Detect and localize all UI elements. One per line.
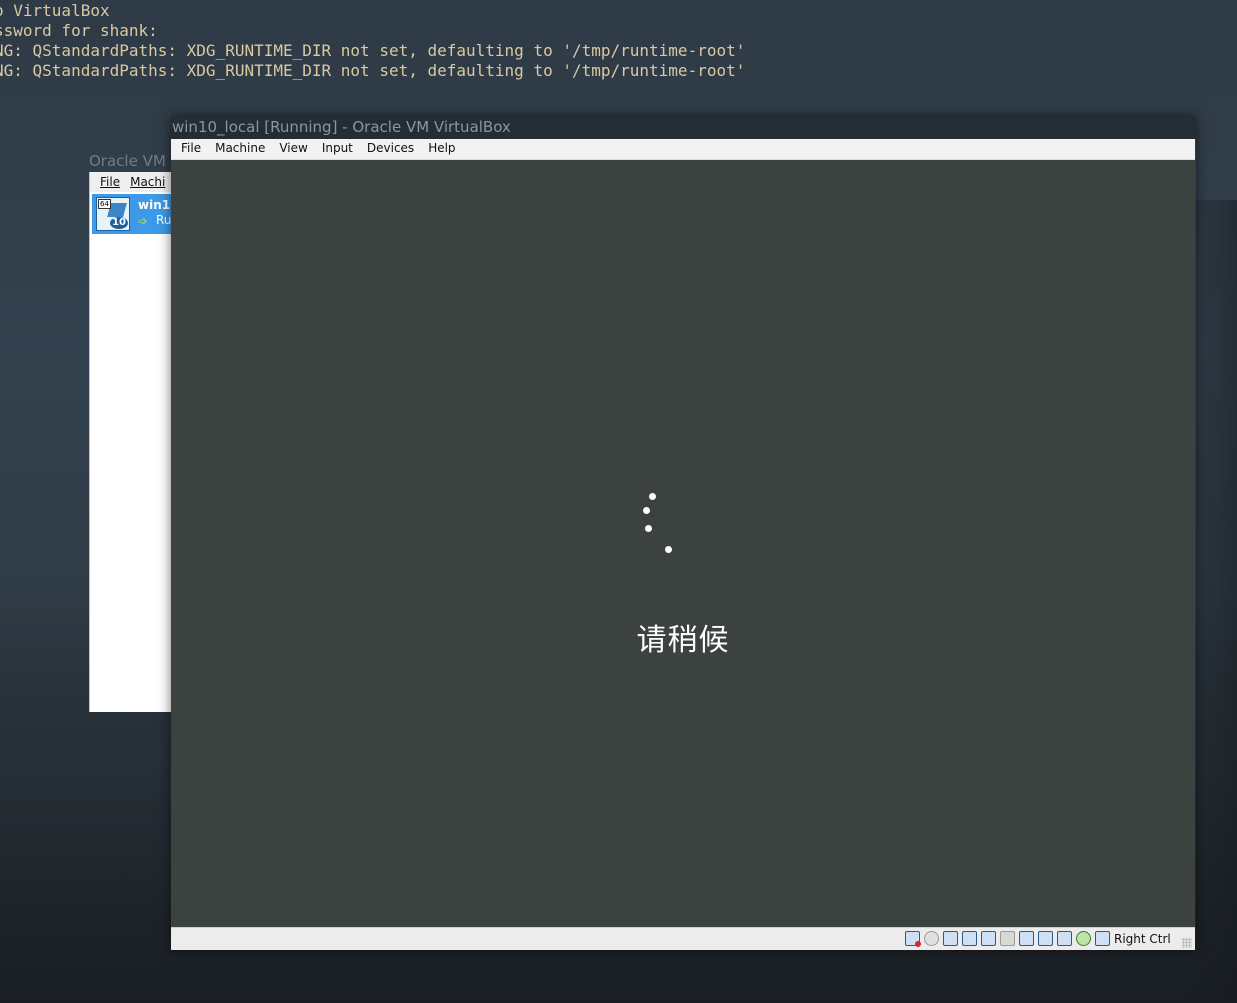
vm-window[interactable]: win10_local [Running] - Oracle VM Virtua… [171,116,1196,950]
terminal-line: o VirtualBox [0,1,110,20]
vm-statusbar: Right Ctrl [171,927,1195,950]
manager-menu-machine[interactable]: Machi [130,172,165,192]
spinner-dot [645,525,652,532]
menu-machine[interactable]: Machine [208,139,272,158]
please-wait-text: 请稍候 [636,623,730,658]
resize-grip[interactable] [1182,938,1192,948]
host-key-label[interactable]: Right Ctrl [1114,930,1171,948]
vm-menubar: File Machine View Input Devices Help [171,139,1195,160]
running-arrow-icon: ➩ [138,214,149,228]
manager-title: Oracle VM [89,152,166,170]
menu-view[interactable]: View [272,139,314,158]
usb-icon[interactable] [981,931,996,946]
terminal-line: NG: QStandardPaths: XDG_RUNTIME_DIR not … [0,61,746,80]
spinner-dot [649,493,656,500]
manager-menubar: File Machi [90,172,180,192]
terminal-line: ssword for shank: [0,21,158,40]
spinner-dot [665,546,672,553]
guest-display[interactable]: 请稍候 [171,160,1195,927]
virtualization-icon[interactable] [1057,931,1072,946]
video-capture-icon[interactable] [1038,931,1053,946]
vm-titlebar[interactable]: win10_local [Running] - Oracle VM Virtua… [171,116,1196,139]
manager-menu-file[interactable]: File [100,172,120,192]
vm-window-title: win10_local [Running] - Oracle VM Virtua… [172,118,511,136]
mouse-integration-icon[interactable] [1076,931,1091,946]
menu-help[interactable]: Help [421,139,462,158]
shared-folders-icon[interactable] [1000,931,1015,946]
vm-state: Ru [156,213,172,227]
network-icon[interactable] [962,931,977,946]
keyboard-capture-icon[interactable] [1095,931,1110,946]
os-version-badge: 10 [110,217,128,229]
virtualbox-manager-window[interactable]: Oracle VM File Machi 64 10 win1 ➩ Ru [89,150,180,712]
terminal-output: o VirtualBox ssword for shank: NG: QStan… [0,0,1237,90]
menu-file[interactable]: File [171,139,208,158]
vm-list-item-win10[interactable]: 64 10 win1 ➩ Ru [92,194,180,234]
windows-10-icon: 64 10 [96,197,130,231]
optical-drive-icon[interactable] [924,931,939,946]
spinner-dot [643,507,650,514]
menu-devices[interactable]: Devices [360,139,421,158]
terminal-line: NG: QStandardPaths: XDG_RUNTIME_DIR not … [0,41,746,60]
vm-name: win1 [138,198,171,212]
display-icon[interactable] [1019,931,1034,946]
menu-input[interactable]: Input [315,139,360,158]
hard-disk-icon[interactable] [905,931,921,947]
manager-body: File Machi 64 10 win1 ➩ Ru [89,172,180,712]
audio-icon[interactable] [943,931,958,946]
os-bits-badge: 64 [98,199,111,209]
